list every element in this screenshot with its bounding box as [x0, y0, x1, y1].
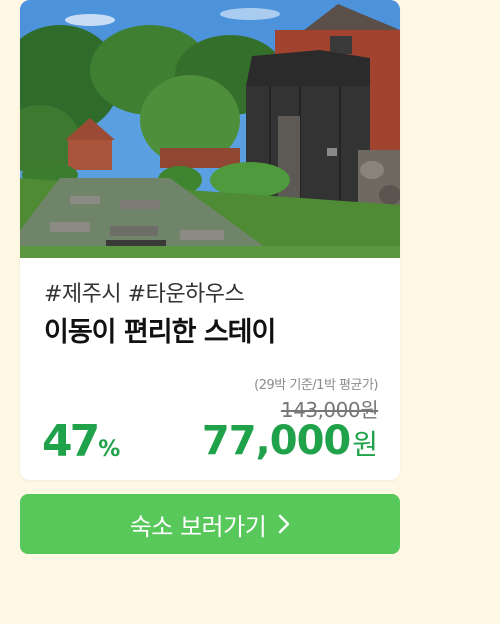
discount-rate: 47% [42, 416, 120, 467]
discount-percent-sign: % [98, 437, 121, 462]
price-basis-note: (29박 기준/1박 평균가) [254, 378, 378, 393]
currency-label: 원 [352, 428, 378, 461]
stay-photo [20, 0, 400, 258]
listing-tags: #제주시 #타운하우스 [44, 282, 245, 307]
listing-card[interactable]: #제주시 #타운하우스 이동이 편리한 스테이 (29박 기준/1박 평균가) … [20, 0, 400, 480]
view-stay-button[interactable]: 숙소 보러가기 [20, 494, 400, 554]
view-stay-button-label: 숙소 보러가기 [129, 512, 267, 541]
sale-price: 77,000원 [202, 418, 378, 464]
chevron-right-icon [278, 514, 290, 534]
sale-price-amount: 77,000 [201, 418, 351, 464]
listing-title: 이동이 편리한 스테이 [44, 317, 276, 348]
discount-number: 47 [42, 416, 100, 467]
